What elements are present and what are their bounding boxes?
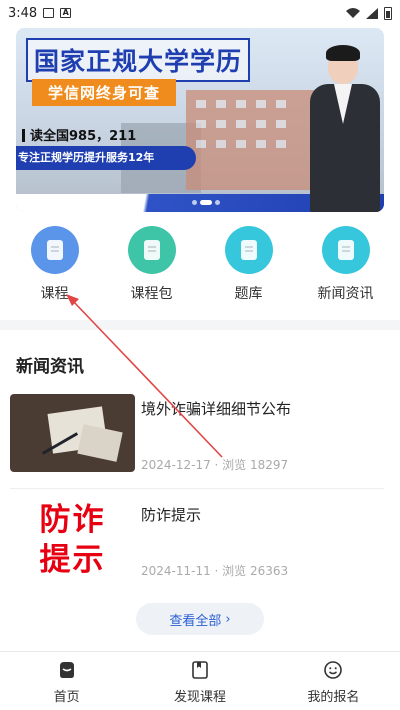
news-section-title: 新闻资讯 [16,357,84,377]
nav-item-news[interactable]: 新闻资讯 [306,226,386,306]
banner-person-image [306,45,384,212]
banner-subtitle-text: 读全国985，211 [30,129,137,144]
nav-label: 课程 [40,286,69,302]
view-all-label: 查看全部 [169,613,222,629]
news-title: 防诈提示 [141,506,202,524]
news-thumbnail: 防诈 提示 [10,500,135,580]
section-divider [0,320,400,330]
discover-icon [192,661,208,679]
banner-subtitle: 读全国985，211 [22,125,136,144]
news-icon [321,226,370,274]
course-icon [30,226,79,274]
carousel-dot-active [200,200,212,205]
bottom-tab-bar: 首页 发现课程 我的报名 [0,651,400,710]
news-item[interactable]: 境外诈骗详细细节公布 2024-12-17 · 浏览 18297 [10,394,384,480]
banner-tag: 学信网终身可查 [32,79,177,106]
battery-icon [384,6,392,20]
view-all-button[interactable]: 查看全部 › [136,603,264,635]
nav-item-package[interactable]: 课程包 [112,226,192,306]
a-icon: A [60,8,72,18]
wifi-icon [346,8,360,18]
banner-ribbon: 专注正规学历提升服务12年 [16,146,196,170]
profile-icon [324,661,343,679]
nav-item-question-bank[interactable]: 题库 [209,226,289,306]
chevron-right-icon: › [225,611,231,627]
news-meta: 2024-12-17 · 浏览 18297 [141,458,289,472]
nav-label: 题库 [234,286,263,302]
signal-icon [366,7,378,19]
tab-label: 发现课程 [173,690,226,705]
thumbnail-text: 提示 [39,542,106,578]
thumbnail-text: 防诈 [39,502,106,538]
promo-banner[interactable]: 国家正规大学学历 学信网终身可查 读全国985，211 专注正规学历提升服务12… [16,28,384,212]
tab-discover[interactable]: 发现课程 [133,652,266,710]
status-bar: 3:48 A [0,0,400,26]
news-item[interactable]: 防诈 提示 防诈提示 2024-11-11 · 浏览 26363 [10,500,384,586]
home-icon [59,662,74,678]
nav-label: 课程包 [130,286,173,302]
nav-label: 新闻资讯 [317,286,374,302]
package-icon [127,226,176,274]
news-meta: 2024-11-11 · 浏览 26363 [141,564,289,578]
tab-home[interactable]: 首页 [0,652,133,710]
tab-my-registration[interactable]: 我的报名 [267,652,400,710]
news-title: 境外诈骗详细细节公布 [141,400,292,418]
carousel-dot [215,200,220,205]
banner-title: 国家正规大学学历 [26,38,251,82]
category-nav: 课程 课程包 题库 新闻资讯 [0,226,400,306]
question-bank-icon [224,226,273,274]
list-divider [10,488,384,489]
nav-item-course[interactable]: 课程 [15,226,95,306]
tab-label: 我的报名 [307,690,360,705]
carousel-indicator [192,200,220,205]
news-thumbnail [10,394,135,472]
tab-label: 首页 [53,690,80,705]
status-time: 3:48 [8,5,38,21]
image-icon [43,8,55,18]
carousel-dot [192,200,197,205]
